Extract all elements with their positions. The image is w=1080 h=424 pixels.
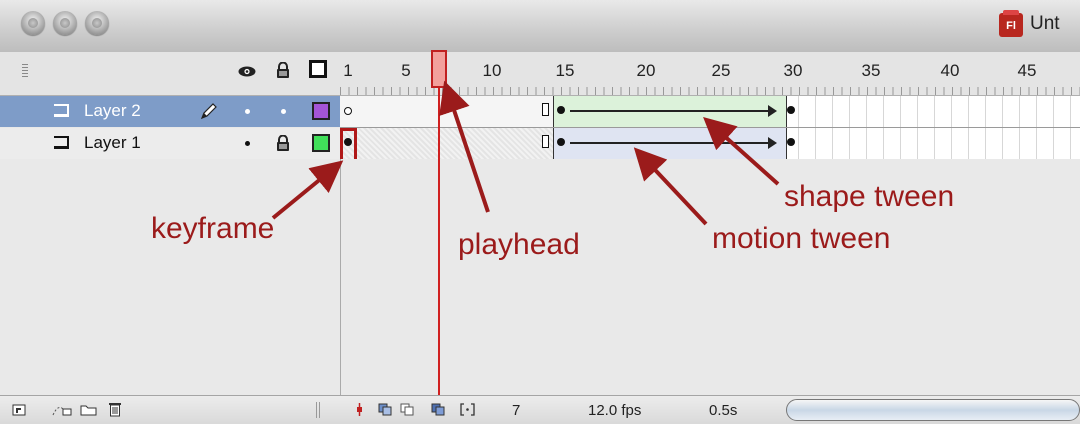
- layer-name[interactable]: Layer 1: [84, 133, 141, 153]
- timeline-bottom-bar: 7 12.0 fps 0.5s: [0, 395, 1080, 424]
- trash-icon[interactable]: [108, 401, 122, 417]
- minimize-window-button[interactable]: [53, 11, 77, 35]
- keyframe[interactable]: [557, 106, 565, 114]
- flash-app-icon: Fl: [999, 10, 1023, 37]
- pencil-icon: [200, 103, 217, 120]
- horizontal-scrollbar[interactable]: [786, 399, 1080, 421]
- timeline-header: 1 5 10 15 20 25 30 35 40 45: [0, 52, 1080, 96]
- keyframe-annotation: keyframe: [151, 212, 275, 245]
- modify-markers-icon[interactable]: [460, 403, 475, 416]
- window-title: Unt: [1030, 13, 1060, 34]
- panel-grip-icon[interactable]: [22, 64, 28, 78]
- outline-icon[interactable]: [309, 60, 327, 78]
- title-bar: Fl Unt: [0, 0, 1080, 53]
- frame-number: 10: [482, 61, 502, 80]
- layer-row-layer-1[interactable]: Layer 1: [0, 128, 340, 160]
- keyframe[interactable]: [787, 138, 795, 146]
- frame-end-marker: [542, 135, 549, 148]
- layer-icon: [54, 104, 69, 117]
- tween-arrow: [570, 105, 777, 117]
- shape-tween-annotation: shape tween: [784, 180, 955, 213]
- frame-end-marker: [542, 103, 549, 116]
- frame-number: 30: [783, 61, 803, 80]
- layer-list-empty-area: [0, 159, 340, 395]
- layer-color-swatch[interactable]: [312, 134, 330, 152]
- frame-grid-empty-area: [340, 159, 1080, 395]
- visibility-toggle[interactable]: [245, 141, 250, 146]
- new-layer-icon[interactable]: [12, 403, 27, 416]
- static-frame-span[interactable]: [340, 128, 554, 159]
- frame-number: 45: [1017, 61, 1037, 80]
- current-frame-readout: 7: [512, 402, 521, 419]
- divider-grip[interactable]: [316, 402, 322, 418]
- lock-icon[interactable]: [276, 62, 290, 78]
- frame-number: 1: [343, 61, 353, 80]
- motion-guide-icon[interactable]: [52, 403, 72, 416]
- keyframe[interactable]: [557, 138, 565, 146]
- layer-color-swatch[interactable]: [312, 102, 330, 120]
- frame-grid[interactable]: [340, 96, 1080, 159]
- layer-row-layer-2[interactable]: Layer 2: [0, 96, 340, 127]
- folder-icon[interactable]: [80, 403, 97, 416]
- frame-number: 20: [636, 61, 656, 80]
- zoom-window-button[interactable]: [85, 11, 109, 35]
- close-window-button[interactable]: [21, 11, 45, 35]
- elapsed-time-readout: 0.5s: [709, 402, 738, 419]
- frame-number: 25: [711, 61, 731, 80]
- edit-multiple-icon[interactable]: [431, 403, 446, 416]
- frame-row-layer-2[interactable]: [340, 96, 1080, 127]
- keyframe[interactable]: [787, 106, 795, 114]
- frame-number: 5: [401, 61, 411, 80]
- frame-row-layer-1[interactable]: [340, 127, 1080, 159]
- frame-number: 40: [940, 61, 960, 80]
- onion-skin-icon[interactable]: [378, 403, 393, 416]
- blank-frame-span[interactable]: [340, 96, 554, 127]
- layer-icon: [54, 136, 69, 149]
- visibility-toggle[interactable]: [245, 109, 250, 114]
- frame-rate-readout[interactable]: 12.0 fps: [588, 402, 641, 419]
- center-frame-icon[interactable]: [355, 403, 364, 416]
- motion-tween-annotation: motion tween: [712, 222, 891, 255]
- lock-toggle[interactable]: [281, 109, 286, 114]
- lock-icon[interactable]: [276, 135, 290, 151]
- frame-number: 15: [555, 61, 575, 80]
- frame-ruler[interactable]: 1 5 10 15 20 25 30 35 40 45: [340, 52, 1080, 95]
- eye-icon[interactable]: [238, 66, 256, 77]
- blank-keyframe[interactable]: [344, 107, 352, 115]
- playhead-handle[interactable]: [431, 50, 447, 88]
- frame-number: 35: [861, 61, 881, 80]
- playhead-line: [438, 88, 440, 424]
- ruler-ticks: [340, 87, 1080, 95]
- flash-timeline-window: Fl Unt 1 5 10 15 20 25 30 35 40 45 Layer…: [0, 0, 1080, 424]
- playhead-annotation: playhead: [458, 228, 580, 261]
- onion-outline-icon[interactable]: [400, 403, 415, 416]
- layer-name[interactable]: Layer 2: [84, 101, 141, 121]
- tween-arrow: [570, 137, 777, 149]
